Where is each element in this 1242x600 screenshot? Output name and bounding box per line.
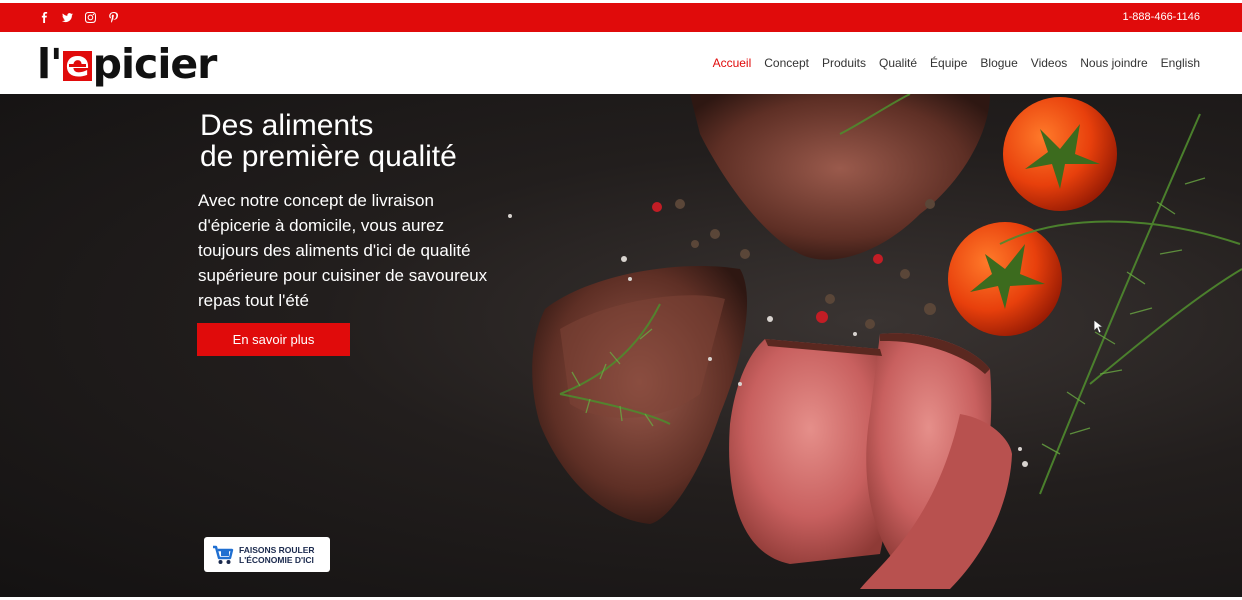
hero-title-line-1: Des aliments	[200, 109, 374, 142]
learn-more-button[interactable]: En savoir plus	[197, 323, 350, 356]
hero-banner: Des aliments de première qualité Avec no…	[0, 94, 1242, 597]
local-economy-badge[interactable]: FAISONS ROULER L'ÉCONOMIE D'ICI	[204, 537, 330, 572]
shopping-cart-icon	[213, 545, 234, 564]
hero-title-line-2: de première qualité	[200, 140, 457, 173]
site-header: l' e picier Accueil Concept Produits Qua…	[0, 32, 1242, 94]
nav-item-accueil[interactable]: Accueil	[713, 56, 752, 70]
hero-food-image	[508, 94, 1242, 589]
hero-description: Avec notre concept de livraison d'épicer…	[198, 191, 488, 310]
nav-item-blogue[interactable]: Blogue	[980, 56, 1017, 70]
social-links	[38, 3, 120, 32]
mouse-cursor-icon	[1094, 320, 1104, 334]
facebook-icon[interactable]	[38, 11, 51, 24]
instagram-icon[interactable]	[84, 11, 97, 24]
logo-e-letter: e	[65, 44, 89, 85]
logo-e-box: e	[62, 44, 92, 85]
badge-text: FAISONS ROULER L'ÉCONOMIE D'ICI	[239, 545, 315, 565]
hero-title: Des aliments de première qualité	[200, 110, 457, 172]
nav-item-equipe[interactable]: Équipe	[930, 56, 967, 70]
nav-item-produits[interactable]: Produits	[822, 56, 866, 70]
nav-item-concept[interactable]: Concept	[764, 56, 809, 70]
top-bar: 1-888-466-1146	[0, 3, 1242, 32]
nav-item-videos[interactable]: Videos	[1031, 56, 1067, 70]
site-logo[interactable]: l' e picier	[37, 38, 218, 90]
logo-prefix: l'	[37, 40, 63, 88]
nav-item-qualite[interactable]: Qualité	[879, 56, 917, 70]
badge-line-2: L'ÉCONOMIE D'ICI	[239, 554, 314, 565]
phone-number[interactable]: 1-888-466-1146	[1123, 3, 1200, 32]
nav-item-english[interactable]: English	[1161, 56, 1200, 70]
nav-item-nous-joindre[interactable]: Nous joindre	[1080, 56, 1147, 70]
twitter-icon[interactable]	[61, 11, 74, 24]
pinterest-icon[interactable]	[107, 11, 120, 24]
main-nav: Accueil Concept Produits Qualité Équipe …	[713, 32, 1200, 94]
badge-line-1: FAISONS ROULER	[239, 544, 315, 555]
logo-suffix: picier	[92, 40, 218, 88]
